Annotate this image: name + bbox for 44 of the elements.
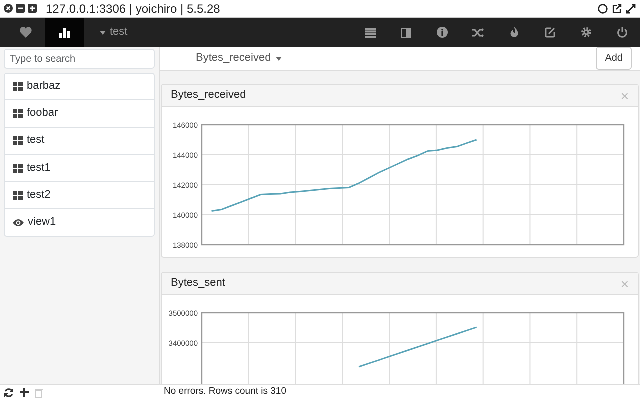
- expand-icon: [626, 4, 636, 14]
- panel-title: Bytes_received: [171, 88, 246, 104]
- status-button[interactable]: [20, 388, 29, 397]
- close-icon: [4, 4, 13, 13]
- nav-tab[interactable]: [45, 18, 84, 47]
- panel-title: Bytes_sent: [171, 276, 226, 292]
- sidebar-item[interactable]: test2: [4, 182, 155, 210]
- database-dropdown[interactable]: test: [94, 23, 134, 42]
- sidebar-item[interactable]: test: [4, 128, 155, 155]
- grid-icon: [13, 108, 23, 118]
- info-icon: [436, 27, 448, 38]
- trash-icon: [35, 388, 43, 398]
- minimize-icon: [16, 4, 25, 13]
- power-icon: [616, 27, 628, 38]
- sidebar-item[interactable]: test1: [4, 154, 155, 182]
- plus-icon: [20, 388, 29, 397]
- list-icon: [364, 28, 376, 38]
- bar-chart-icon: [59, 27, 70, 38]
- shuffle-icon: [472, 28, 484, 38]
- external-link-icon: [612, 4, 622, 14]
- eye-icon: [13, 218, 24, 227]
- status-text: No errors. Rows count is 310: [164, 385, 286, 400]
- grid-icon: [13, 190, 23, 200]
- status-button[interactable]: [4, 388, 14, 398]
- caret-icon: [276, 56, 282, 60]
- window-title: 127.0.0.1:3306 | yoichiro | 5.5.28: [46, 0, 220, 18]
- circle-icon: [598, 4, 608, 14]
- heart-icon: [20, 27, 32, 38]
- grid-icon: [13, 164, 23, 173]
- sidebar-item[interactable]: foobar: [4, 100, 155, 128]
- edit-icon: [544, 27, 556, 38]
- grid-icon: [13, 136, 23, 146]
- grid-icon: [13, 82, 23, 92]
- variable-dropdown[interactable]: Bytes_received: [190, 49, 288, 68]
- sidebar-item[interactable]: view1: [4, 209, 155, 237]
- search-field[interactable]: Type to search: [4, 49, 155, 69]
- flame-icon: [510, 27, 518, 38]
- maximize-icon: [28, 4, 37, 13]
- caret-icon: [100, 30, 106, 34]
- settings-icon: [580, 27, 592, 38]
- add-button[interactable]: Add: [596, 47, 632, 70]
- columns-icon: [401, 28, 411, 38]
- sidebar-item[interactable]: barbaz: [4, 73, 155, 100]
- refresh-icon: [4, 388, 14, 398]
